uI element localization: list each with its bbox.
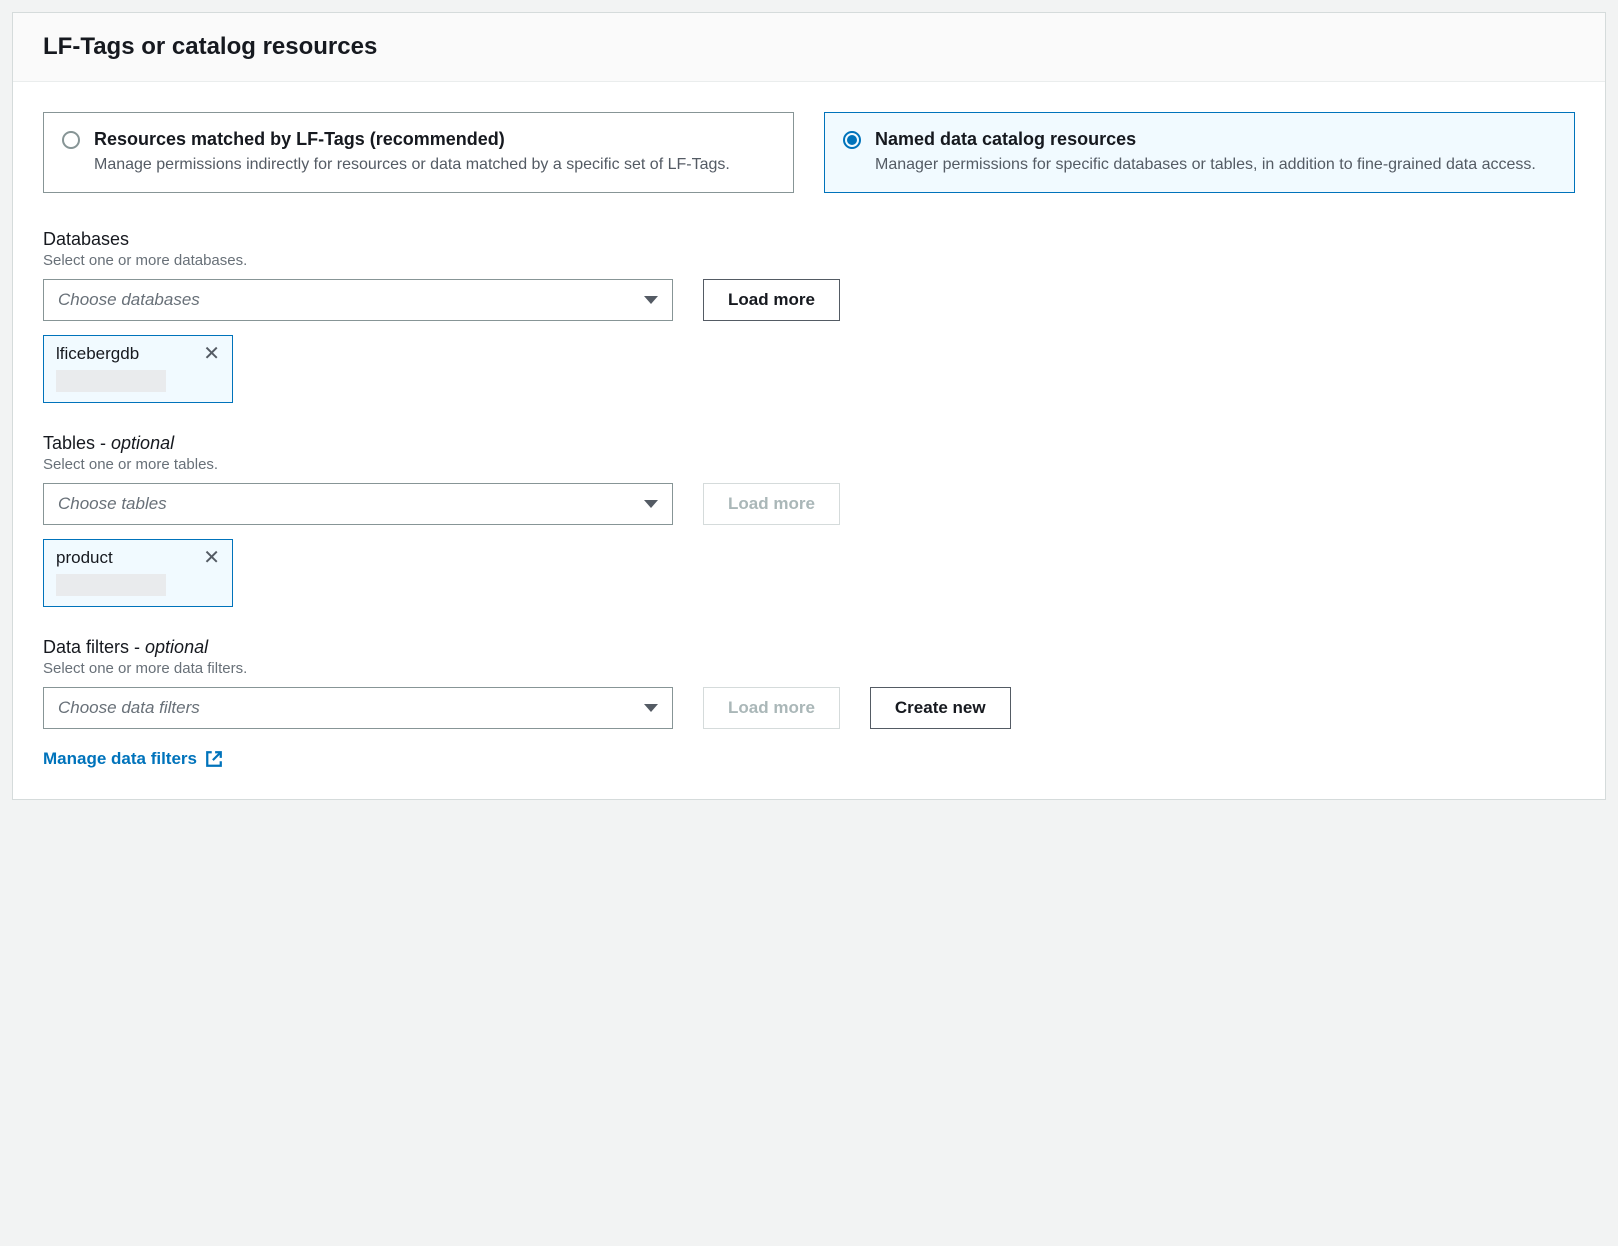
tables-load-more-button: Load more bbox=[703, 483, 840, 525]
filters-label-text: Data filters - bbox=[43, 637, 145, 657]
manage-link-row: Manage data filters bbox=[43, 749, 1575, 769]
panel-body: Resources matched by LF-Tags (recommende… bbox=[13, 82, 1605, 799]
caret-down-icon bbox=[644, 500, 658, 508]
filters-section: Data filters - optional Select one or mo… bbox=[43, 637, 1575, 769]
filters-hint: Select one or more data filters. bbox=[43, 660, 1575, 677]
tile-lftags-desc: Manage permissions indirectly for resour… bbox=[94, 154, 775, 176]
databases-token-close-icon[interactable]: ✕ bbox=[203, 344, 220, 364]
caret-down-icon bbox=[644, 704, 658, 712]
tables-token-label: product bbox=[56, 548, 113, 568]
tables-token-placeholder bbox=[56, 574, 166, 596]
tables-token-row: product ✕ bbox=[43, 539, 1575, 607]
tables-input-row: Choose tables Load more bbox=[43, 483, 1575, 525]
databases-hint: Select one or more databases. bbox=[43, 252, 1575, 269]
filters-optional: optional bbox=[145, 637, 208, 657]
tables-placeholder: Choose tables bbox=[58, 494, 167, 514]
tables-hint: Select one or more tables. bbox=[43, 456, 1575, 473]
panel-title: LF-Tags or catalog resources bbox=[43, 33, 1575, 61]
tables-token: product ✕ bbox=[43, 539, 233, 607]
panel-header: LF-Tags or catalog resources bbox=[13, 13, 1605, 82]
tile-lftags-title: Resources matched by LF-Tags (recommende… bbox=[94, 129, 775, 150]
databases-token-row: lficebergdb ✕ bbox=[43, 335, 1575, 403]
radio-named[interactable] bbox=[843, 131, 861, 149]
filters-placeholder: Choose data filters bbox=[58, 698, 200, 718]
databases-placeholder: Choose databases bbox=[58, 290, 200, 310]
tile-named-desc: Manager permissions for specific databas… bbox=[875, 154, 1556, 176]
tile-named[interactable]: Named data catalog resources Manager per… bbox=[824, 112, 1575, 193]
tile-named-content: Named data catalog resources Manager per… bbox=[875, 129, 1556, 176]
manage-data-filters-link[interactable]: Manage data filters bbox=[43, 749, 223, 769]
tables-label: Tables - optional bbox=[43, 433, 1575, 454]
filters-load-more-button: Load more bbox=[703, 687, 840, 729]
databases-load-more-button[interactable]: Load more bbox=[703, 279, 840, 321]
tile-lftags-content: Resources matched by LF-Tags (recommende… bbox=[94, 129, 775, 176]
filters-create-new-button[interactable]: Create new bbox=[870, 687, 1011, 729]
filters-label: Data filters - optional bbox=[43, 637, 1575, 658]
databases-token-label: lficebergdb bbox=[56, 344, 139, 364]
databases-select[interactable]: Choose databases bbox=[43, 279, 673, 321]
tables-select[interactable]: Choose tables bbox=[43, 483, 673, 525]
filters-select[interactable]: Choose data filters bbox=[43, 687, 673, 729]
caret-down-icon bbox=[644, 296, 658, 304]
tables-token-close-icon[interactable]: ✕ bbox=[203, 548, 220, 568]
databases-label: Databases bbox=[43, 229, 1575, 250]
databases-section: Databases Select one or more databases. … bbox=[43, 229, 1575, 403]
databases-token-placeholder bbox=[56, 370, 166, 392]
databases-token: lficebergdb ✕ bbox=[43, 335, 233, 403]
tile-row: Resources matched by LF-Tags (recommende… bbox=[43, 112, 1575, 193]
external-link-icon bbox=[205, 750, 223, 768]
radio-lftags[interactable] bbox=[62, 131, 80, 149]
databases-input-row: Choose databases Load more bbox=[43, 279, 1575, 321]
tile-lftags[interactable]: Resources matched by LF-Tags (recommende… bbox=[43, 112, 794, 193]
panel-container: LF-Tags or catalog resources Resources m… bbox=[12, 12, 1606, 800]
tables-label-text: Tables - bbox=[43, 433, 111, 453]
tables-token-top: product ✕ bbox=[56, 548, 220, 568]
filters-input-row: Choose data filters Load more Create new bbox=[43, 687, 1575, 729]
manage-link-text: Manage data filters bbox=[43, 749, 197, 769]
tables-section: Tables - optional Select one or more tab… bbox=[43, 433, 1575, 607]
databases-token-top: lficebergdb ✕ bbox=[56, 344, 220, 364]
tile-named-title: Named data catalog resources bbox=[875, 129, 1556, 150]
tables-optional: optional bbox=[111, 433, 174, 453]
